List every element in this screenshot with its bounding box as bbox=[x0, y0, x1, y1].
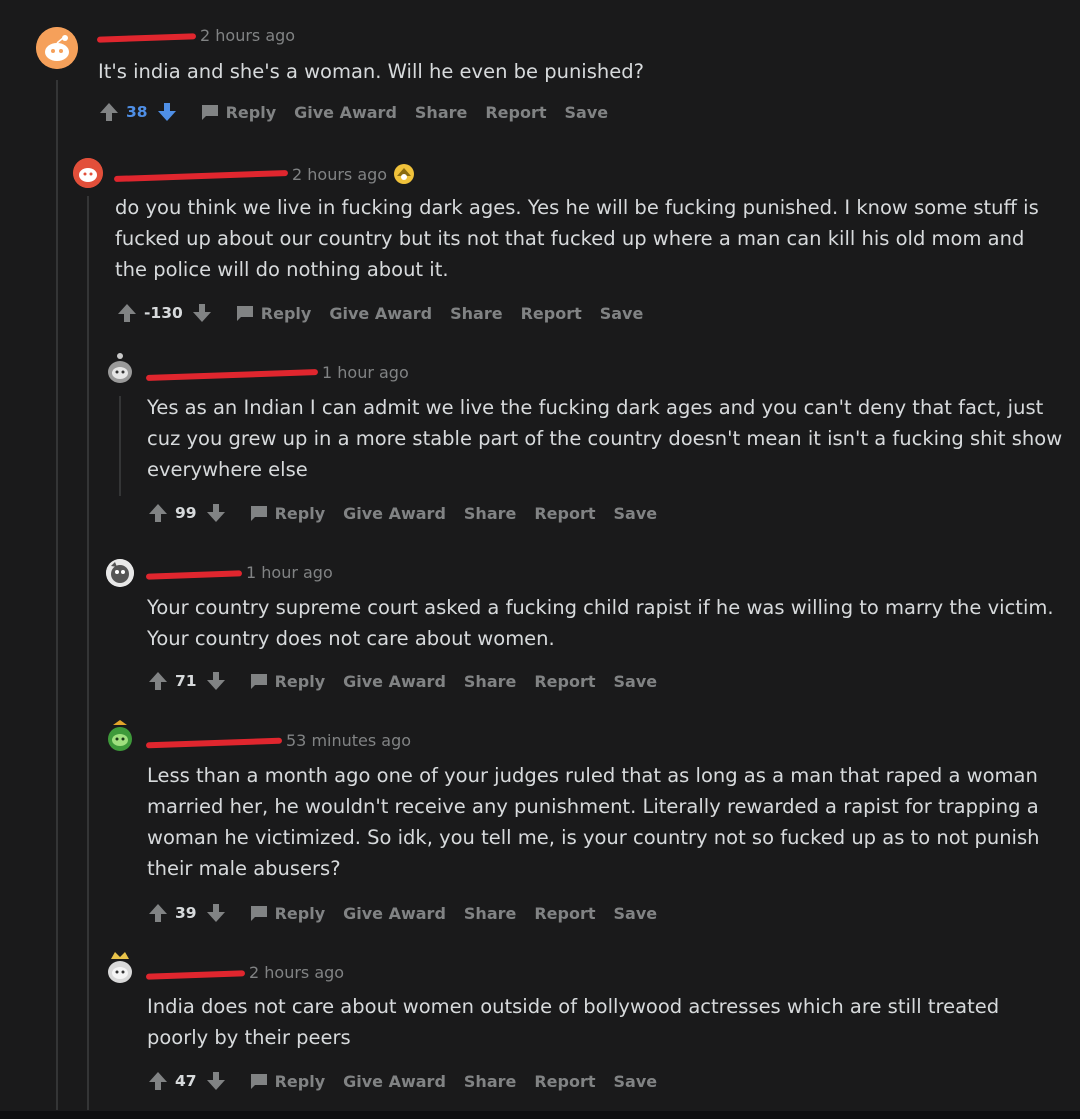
timestamp[interactable]: 53 minutes ago bbox=[286, 731, 411, 750]
save-button[interactable]: Save bbox=[614, 504, 658, 523]
timestamp[interactable]: 2 hours ago bbox=[249, 963, 344, 982]
comment-body: It's india and she's a woman. Will he ev… bbox=[98, 60, 644, 83]
report-button[interactable]: Report bbox=[521, 304, 582, 323]
reply-button[interactable]: Reply bbox=[249, 1072, 325, 1091]
username-redacted[interactable] bbox=[145, 565, 243, 581]
comment-body: Your country supreme court asked a fucki… bbox=[147, 596, 1054, 650]
timestamp[interactable]: 1 hour ago bbox=[246, 563, 333, 582]
report-button[interactable]: Report bbox=[485, 103, 546, 122]
downvote-arrow-icon[interactable] bbox=[205, 670, 227, 692]
save-button[interactable]: Save bbox=[600, 304, 644, 323]
reply-button[interactable]: Reply bbox=[235, 304, 311, 323]
report-button[interactable]: Report bbox=[534, 504, 595, 523]
save-button[interactable]: Save bbox=[614, 672, 658, 691]
upvote-arrow-icon[interactable] bbox=[147, 502, 169, 524]
reply-button[interactable]: Reply bbox=[249, 904, 325, 923]
downvote-arrow-icon[interactable] bbox=[156, 101, 178, 123]
reply-button[interactable]: Reply bbox=[249, 504, 325, 523]
score: -130 bbox=[144, 304, 183, 322]
avatar[interactable] bbox=[105, 719, 135, 755]
snoo-avatar-icon bbox=[36, 27, 78, 69]
downvote-arrow-icon[interactable] bbox=[205, 902, 227, 924]
give-award-button[interactable]: Give Award bbox=[294, 103, 397, 122]
give-award-button[interactable]: Give Award bbox=[329, 304, 432, 323]
snoo-avatar-icon bbox=[108, 353, 132, 383]
report-button[interactable]: Report bbox=[534, 672, 595, 691]
chat-bubble-icon bbox=[250, 1074, 267, 1089]
reply-button[interactable]: Reply bbox=[249, 672, 325, 691]
upvote-arrow-icon[interactable] bbox=[147, 902, 169, 924]
comment-body: do you think we live in fucking dark age… bbox=[115, 196, 1039, 281]
thread-line[interactable] bbox=[56, 80, 58, 1110]
score: 99 bbox=[175, 504, 197, 522]
share-button[interactable]: Share bbox=[464, 904, 516, 923]
score: 71 bbox=[175, 672, 197, 690]
score: 47 bbox=[175, 1072, 197, 1090]
reply-button[interactable]: Reply bbox=[200, 103, 276, 122]
snoo-avatar-icon bbox=[108, 720, 132, 751]
avatar[interactable] bbox=[105, 951, 135, 987]
snoo-avatar-icon bbox=[108, 952, 132, 983]
thread-line[interactable] bbox=[87, 196, 89, 1110]
username-redacted[interactable] bbox=[96, 28, 197, 44]
avatar[interactable] bbox=[73, 158, 103, 188]
give-award-button[interactable]: Give Award bbox=[343, 904, 446, 923]
share-button[interactable]: Share bbox=[464, 504, 516, 523]
avatar[interactable] bbox=[106, 559, 134, 587]
give-award-button[interactable]: Give Award bbox=[343, 1072, 446, 1091]
upvote-arrow-icon[interactable] bbox=[147, 1070, 169, 1092]
score: 38 bbox=[126, 103, 148, 121]
upvote-arrow-icon[interactable] bbox=[98, 101, 120, 123]
chat-bubble-icon bbox=[250, 674, 267, 689]
username-redacted[interactable] bbox=[145, 965, 246, 981]
share-button[interactable]: Share bbox=[450, 304, 502, 323]
report-button[interactable]: Report bbox=[534, 1072, 595, 1091]
username-redacted[interactable] bbox=[145, 733, 283, 749]
save-button[interactable]: Save bbox=[565, 103, 609, 122]
snoo-avatar-icon bbox=[73, 158, 103, 188]
username-redacted[interactable] bbox=[113, 166, 289, 183]
share-button[interactable]: Share bbox=[464, 672, 516, 691]
upvote-arrow-icon[interactable] bbox=[116, 302, 138, 324]
score: 39 bbox=[175, 904, 197, 922]
report-button[interactable]: Report bbox=[534, 904, 595, 923]
chat-bubble-icon bbox=[250, 506, 267, 521]
timestamp[interactable]: 2 hours ago bbox=[200, 26, 295, 45]
save-button[interactable]: Save bbox=[614, 1072, 658, 1091]
upvote-arrow-icon[interactable] bbox=[147, 670, 169, 692]
timestamp[interactable]: 2 hours ago bbox=[292, 165, 387, 184]
save-button[interactable]: Save bbox=[614, 904, 658, 923]
chat-bubble-icon bbox=[236, 306, 253, 321]
downvote-arrow-icon[interactable] bbox=[205, 502, 227, 524]
chat-bubble-icon bbox=[250, 906, 267, 921]
snoo-avatar-icon bbox=[106, 559, 134, 587]
share-button[interactable]: Share bbox=[464, 1072, 516, 1091]
timestamp[interactable]: 1 hour ago bbox=[322, 363, 409, 382]
share-button[interactable]: Share bbox=[415, 103, 467, 122]
chat-bubble-icon bbox=[201, 105, 218, 120]
comment-body: India does not care about women outside … bbox=[147, 995, 1000, 1049]
comment-body: Yes as an Indian I can admit we live the… bbox=[147, 396, 1063, 481]
avatar[interactable] bbox=[36, 27, 78, 69]
username-redacted[interactable] bbox=[145, 365, 319, 381]
comment-body: Less than a month ago one of your judges… bbox=[147, 764, 1040, 880]
downvote-arrow-icon[interactable] bbox=[205, 1070, 227, 1092]
give-award-button[interactable]: Give Award bbox=[343, 504, 446, 523]
bottom-bar bbox=[0, 1111, 1080, 1119]
give-award-button[interactable]: Give Award bbox=[343, 672, 446, 691]
avatar[interactable] bbox=[105, 352, 135, 386]
award-emoji-icon[interactable] bbox=[393, 163, 415, 185]
downvote-arrow-icon[interactable] bbox=[191, 302, 213, 324]
thread-line[interactable] bbox=[119, 396, 121, 496]
